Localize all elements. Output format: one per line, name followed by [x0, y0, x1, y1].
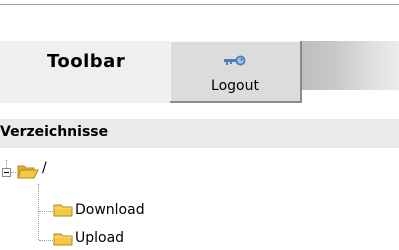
toolbar: Toolbar Logout [0, 41, 399, 103]
collapse-toggle[interactable] [2, 168, 11, 177]
toolbar-filler [302, 41, 399, 103]
tree-connector [11, 172, 16, 173]
toolbar-gradient [302, 41, 399, 90]
directories-header: Verzeichnisse [0, 119, 399, 148]
folder-open-icon [17, 165, 39, 179]
button-shadow [170, 101, 302, 103]
directories-title: Verzeichnisse [0, 124, 109, 140]
toolbar-title: Toolbar [47, 51, 126, 72]
folder-icon [53, 233, 73, 246]
tree-connector [38, 184, 39, 240]
toolbar-title-cell: Toolbar [0, 41, 170, 103]
minus-icon [4, 172, 9, 173]
top-divider [0, 4, 399, 5]
key-icon [224, 55, 246, 66]
button-highlight [170, 41, 302, 42]
tree-connector [6, 160, 7, 168]
tree-connector [39, 240, 53, 241]
tree-item-root[interactable]: / [42, 160, 47, 176]
tree-connector [39, 211, 53, 212]
tree-item-download[interactable]: Download [75, 202, 145, 218]
logout-button[interactable]: Logout [170, 41, 302, 103]
tree-item-upload[interactable]: Upload [75, 230, 124, 246]
logout-label: Logout [211, 78, 259, 94]
folder-icon [53, 204, 73, 217]
